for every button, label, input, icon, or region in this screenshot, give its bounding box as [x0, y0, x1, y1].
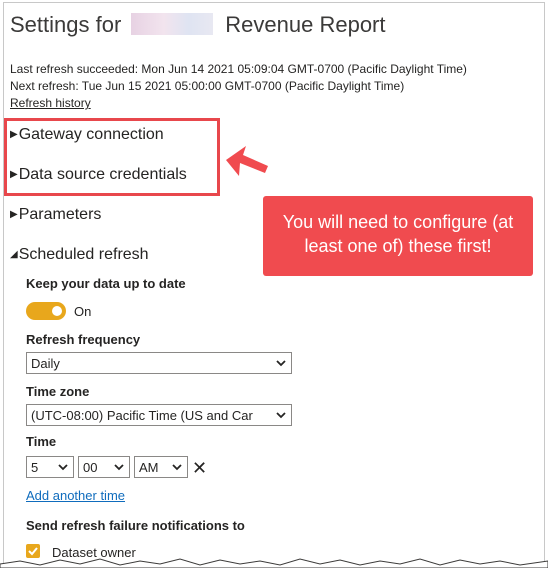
chevron-down-icon — [172, 464, 182, 471]
next-refresh-text: Next refresh: Tue Jun 15 2021 05:00:00 G… — [10, 79, 405, 93]
chevron-down-icon — [276, 360, 286, 367]
title-prefix: Settings for — [10, 12, 122, 37]
parameters-section[interactable]: ▶Parameters — [10, 206, 101, 224]
keep-up-to-date-label: Keep your data up to date — [26, 276, 186, 291]
torn-edge — [0, 558, 548, 568]
chevron-down-icon — [114, 464, 124, 471]
redacted-name — [131, 13, 214, 35]
minute-value: 00 — [83, 460, 98, 475]
report-name: Revenue Report — [225, 12, 386, 37]
time-zone-label: Time zone — [26, 384, 90, 399]
time-label: Time — [26, 434, 57, 449]
refresh-frequency-label: Refresh frequency — [26, 332, 141, 347]
scheduled-refresh-section[interactable]: ◢Scheduled refresh — [10, 246, 149, 264]
time-zone-select[interactable]: (UTC-08:00) Pacific Time (US and Car — [26, 404, 292, 426]
expand-triangle-icon: ▶ — [10, 209, 18, 220]
callout-banner: You will need to configure (at least one… — [263, 196, 533, 276]
credentials-label: Data source credentials — [18, 166, 187, 183]
add-another-time-link[interactable]: Add another time — [26, 488, 125, 503]
callout-arrow-icon — [226, 146, 268, 176]
gateway-label: Gateway connection — [18, 126, 164, 143]
hour-select[interactable]: 5 — [26, 456, 74, 478]
data-source-credentials-section[interactable]: ▶Data source credentials — [10, 166, 187, 184]
last-refresh-text: Last refresh succeeded: Mon Jun 14 2021 … — [10, 62, 467, 76]
notify-label: Send refresh failure notifications to — [26, 518, 245, 533]
parameters-label: Parameters — [18, 206, 102, 223]
refresh-frequency-select[interactable]: Daily — [26, 352, 292, 374]
refresh-history-link[interactable]: Refresh history — [10, 96, 91, 110]
keep-up-to-date-toggle[interactable] — [26, 302, 66, 320]
remove-time-close-icon[interactable]: ✕ — [192, 458, 207, 479]
chevron-down-icon — [58, 464, 68, 471]
gateway-connection-section[interactable]: ▶Gateway connection — [10, 126, 164, 144]
expand-triangle-icon: ▶ — [10, 129, 18, 140]
frequency-value: Daily — [31, 356, 60, 371]
ampm-select[interactable]: AM — [134, 456, 188, 478]
timezone-value: (UTC-08:00) Pacific Time (US and Car — [31, 408, 253, 423]
toggle-state-text: On — [74, 304, 92, 319]
ampm-value: AM — [139, 460, 159, 475]
toggle-knob — [52, 306, 62, 316]
minute-select[interactable]: 00 — [78, 456, 130, 478]
collapse-triangle-icon: ◢ — [10, 249, 18, 260]
page-title: Settings for Revenue Report — [10, 12, 386, 38]
expand-triangle-icon: ▶ — [10, 169, 18, 180]
scheduled-label: Scheduled refresh — [18, 246, 149, 263]
chevron-down-icon — [276, 412, 286, 419]
hour-value: 5 — [31, 460, 39, 475]
